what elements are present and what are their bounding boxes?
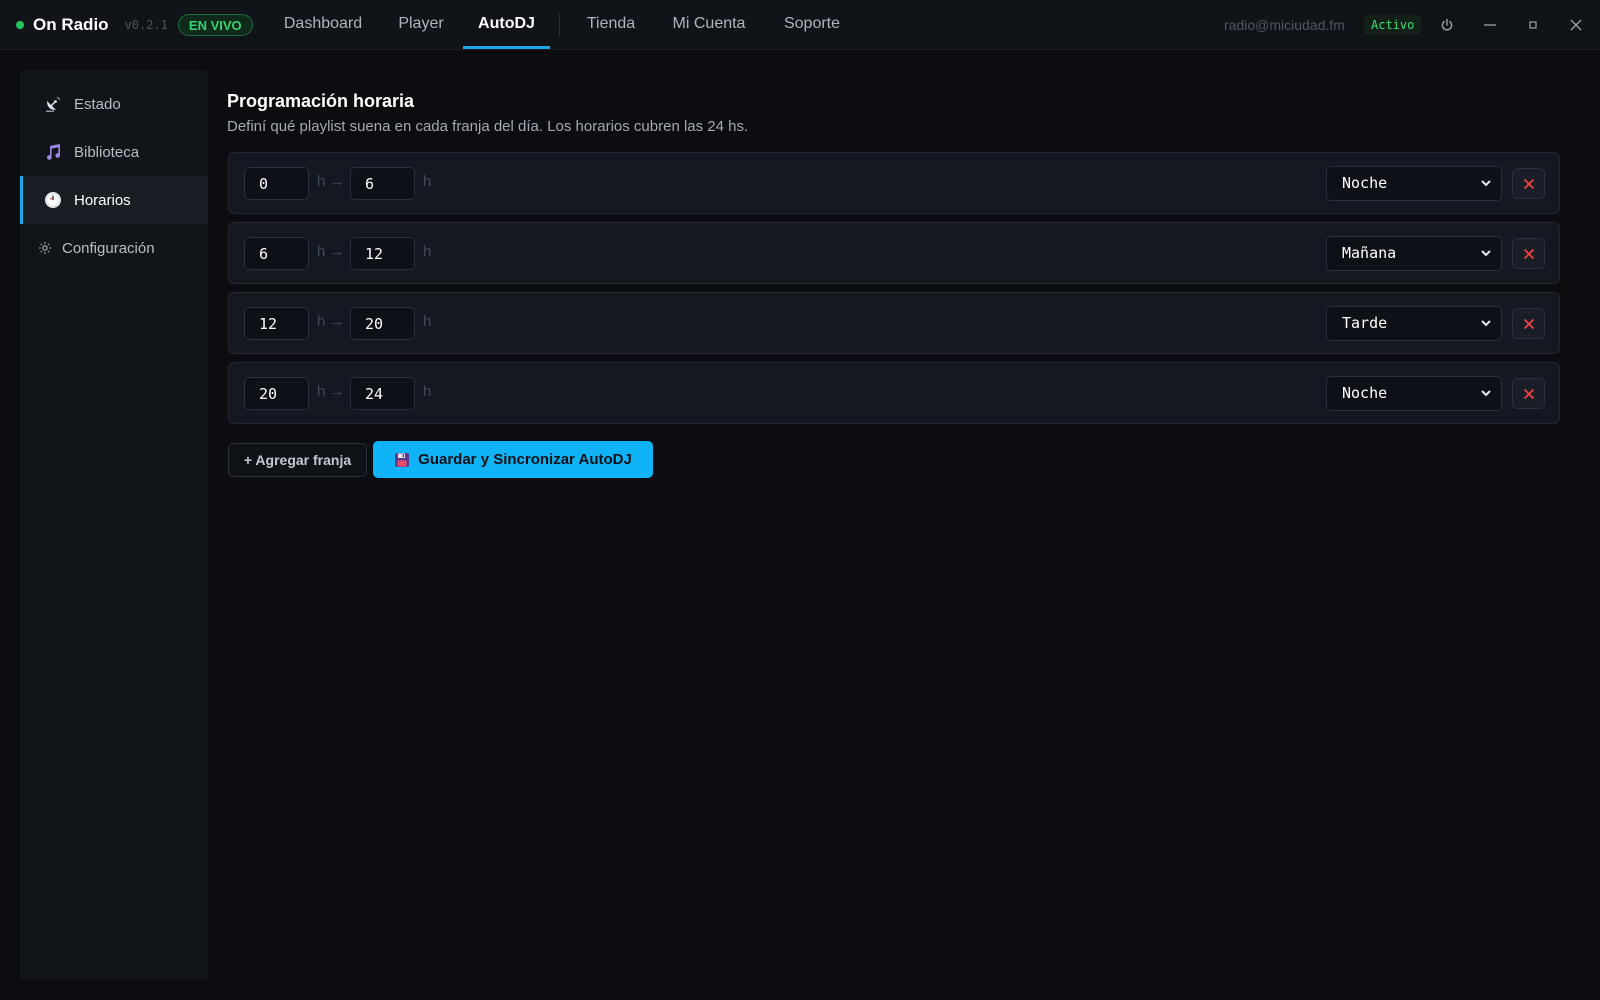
close-icon [1523, 318, 1534, 329]
minimize-button[interactable] [1478, 13, 1502, 37]
page-title: Programación horaria [227, 91, 415, 111]
delete-slot-button[interactable] [1512, 308, 1545, 339]
sidebar-item-label: Biblioteca [74, 143, 140, 161]
chevron-down-icon [1481, 390, 1491, 397]
chevron-down-icon [1481, 250, 1491, 257]
slot-start-hour-input[interactable] [244, 377, 309, 410]
playlist-select[interactable]: Noche [1326, 376, 1502, 411]
close-window-button[interactable] [1564, 13, 1588, 37]
sidebar-item-label: Horarios [74, 191, 131, 209]
tab-autodj[interactable]: AutoDJ [463, 0, 550, 48]
clock-icon [42, 189, 64, 211]
sidebar-item-label: Configuración [62, 239, 155, 257]
hour-unit-label: h [423, 383, 432, 400]
slot-end-hour-input[interactable] [350, 377, 415, 410]
hour-unit-label: h → [317, 243, 345, 260]
playlist-select-value: Noche [1342, 384, 1388, 402]
slot-end-hour-input[interactable] [350, 237, 415, 270]
schedule-slot-row: h → h Noche [228, 152, 1560, 214]
hour-unit-label: h [423, 243, 432, 260]
sidebar-item-biblioteca[interactable]: Biblioteca [20, 128, 208, 176]
close-icon [1523, 178, 1534, 189]
account-email: radio@miciudad.fm [1224, 17, 1345, 33]
playlist-select[interactable]: Tarde [1326, 306, 1502, 341]
top-bar: On Radio v0.2.1 EN VIVO Dashboard Player… [0, 0, 1600, 50]
playlist-select[interactable]: Noche [1326, 166, 1502, 201]
schedule-slot-row: h → h Noche [228, 362, 1560, 424]
minimize-icon [1484, 24, 1496, 26]
floppy-disk-icon [395, 452, 410, 467]
add-slot-button[interactable]: + Agregar franja [228, 443, 367, 477]
playlist-select[interactable]: Mañana [1326, 236, 1502, 271]
live-indicator-dot [16, 21, 24, 29]
hour-unit-label: h [423, 173, 432, 190]
sidebar-item-configuracion[interactable]: Configuración [20, 224, 208, 272]
slot-end-hour-input[interactable] [350, 167, 415, 200]
tab-tienda[interactable]: Tienda [583, 0, 639, 48]
hour-unit-label: h → [317, 383, 345, 400]
tab-mi-cuenta[interactable]: Mi Cuenta [669, 0, 749, 48]
slot-start-hour-input[interactable] [244, 167, 309, 200]
satellite-dish-icon [42, 93, 64, 115]
delete-slot-button[interactable] [1512, 168, 1545, 199]
power-button[interactable] [1435, 13, 1459, 37]
tab-soporte[interactable]: Soporte [779, 0, 845, 48]
delete-slot-button[interactable] [1512, 378, 1545, 409]
chevron-down-icon [1481, 180, 1491, 187]
nav-divider [559, 14, 560, 36]
sidebar-item-horarios[interactable]: Horarios [20, 176, 208, 224]
maximize-button[interactable] [1521, 13, 1545, 37]
playlist-select-value: Mañana [1342, 244, 1397, 262]
delete-slot-button[interactable] [1512, 238, 1545, 269]
tab-player[interactable]: Player [391, 0, 451, 48]
maximize-icon [1529, 21, 1537, 29]
account-status-badge: Activo [1364, 15, 1422, 35]
schedule-slot-row: h → h Tarde [228, 292, 1560, 354]
hour-unit-label: h → [317, 313, 345, 330]
save-sync-button-label: Guardar y Sincronizar AutoDJ [418, 451, 632, 468]
slot-start-hour-input[interactable] [244, 237, 309, 270]
sidebar: Estado Biblioteca Horarios Configuración [20, 70, 208, 980]
chevron-down-icon [1481, 320, 1491, 327]
close-icon [1523, 388, 1534, 399]
close-icon [1570, 19, 1582, 31]
save-sync-button[interactable]: Guardar y Sincronizar AutoDJ [373, 441, 653, 478]
playlist-select-value: Tarde [1342, 314, 1388, 332]
gear-icon [38, 237, 52, 259]
close-icon [1523, 248, 1534, 259]
music-note-icon [42, 141, 64, 163]
tab-dashboard[interactable]: Dashboard [281, 0, 365, 48]
schedule-slot-row: h → h Mañana [228, 222, 1560, 284]
sidebar-item-estado[interactable]: Estado [20, 80, 208, 128]
live-badge: EN VIVO [177, 14, 253, 36]
hour-unit-label: h → [317, 173, 345, 190]
sidebar-item-label: Estado [74, 95, 121, 113]
playlist-select-value: Noche [1342, 174, 1388, 192]
app-name: On Radio [33, 15, 109, 34]
page-subtitle: Definí qué playlist suena en cada franja… [227, 118, 749, 135]
slot-start-hour-input[interactable] [244, 307, 309, 340]
brand: On Radio v0.2.1 EN VIVO [16, 0, 253, 50]
power-icon [1441, 18, 1453, 31]
slot-end-hour-input[interactable] [350, 307, 415, 340]
app-version: v0.2.1 [124, 18, 168, 32]
active-tab-indicator [463, 46, 550, 49]
hour-unit-label: h [423, 313, 432, 330]
